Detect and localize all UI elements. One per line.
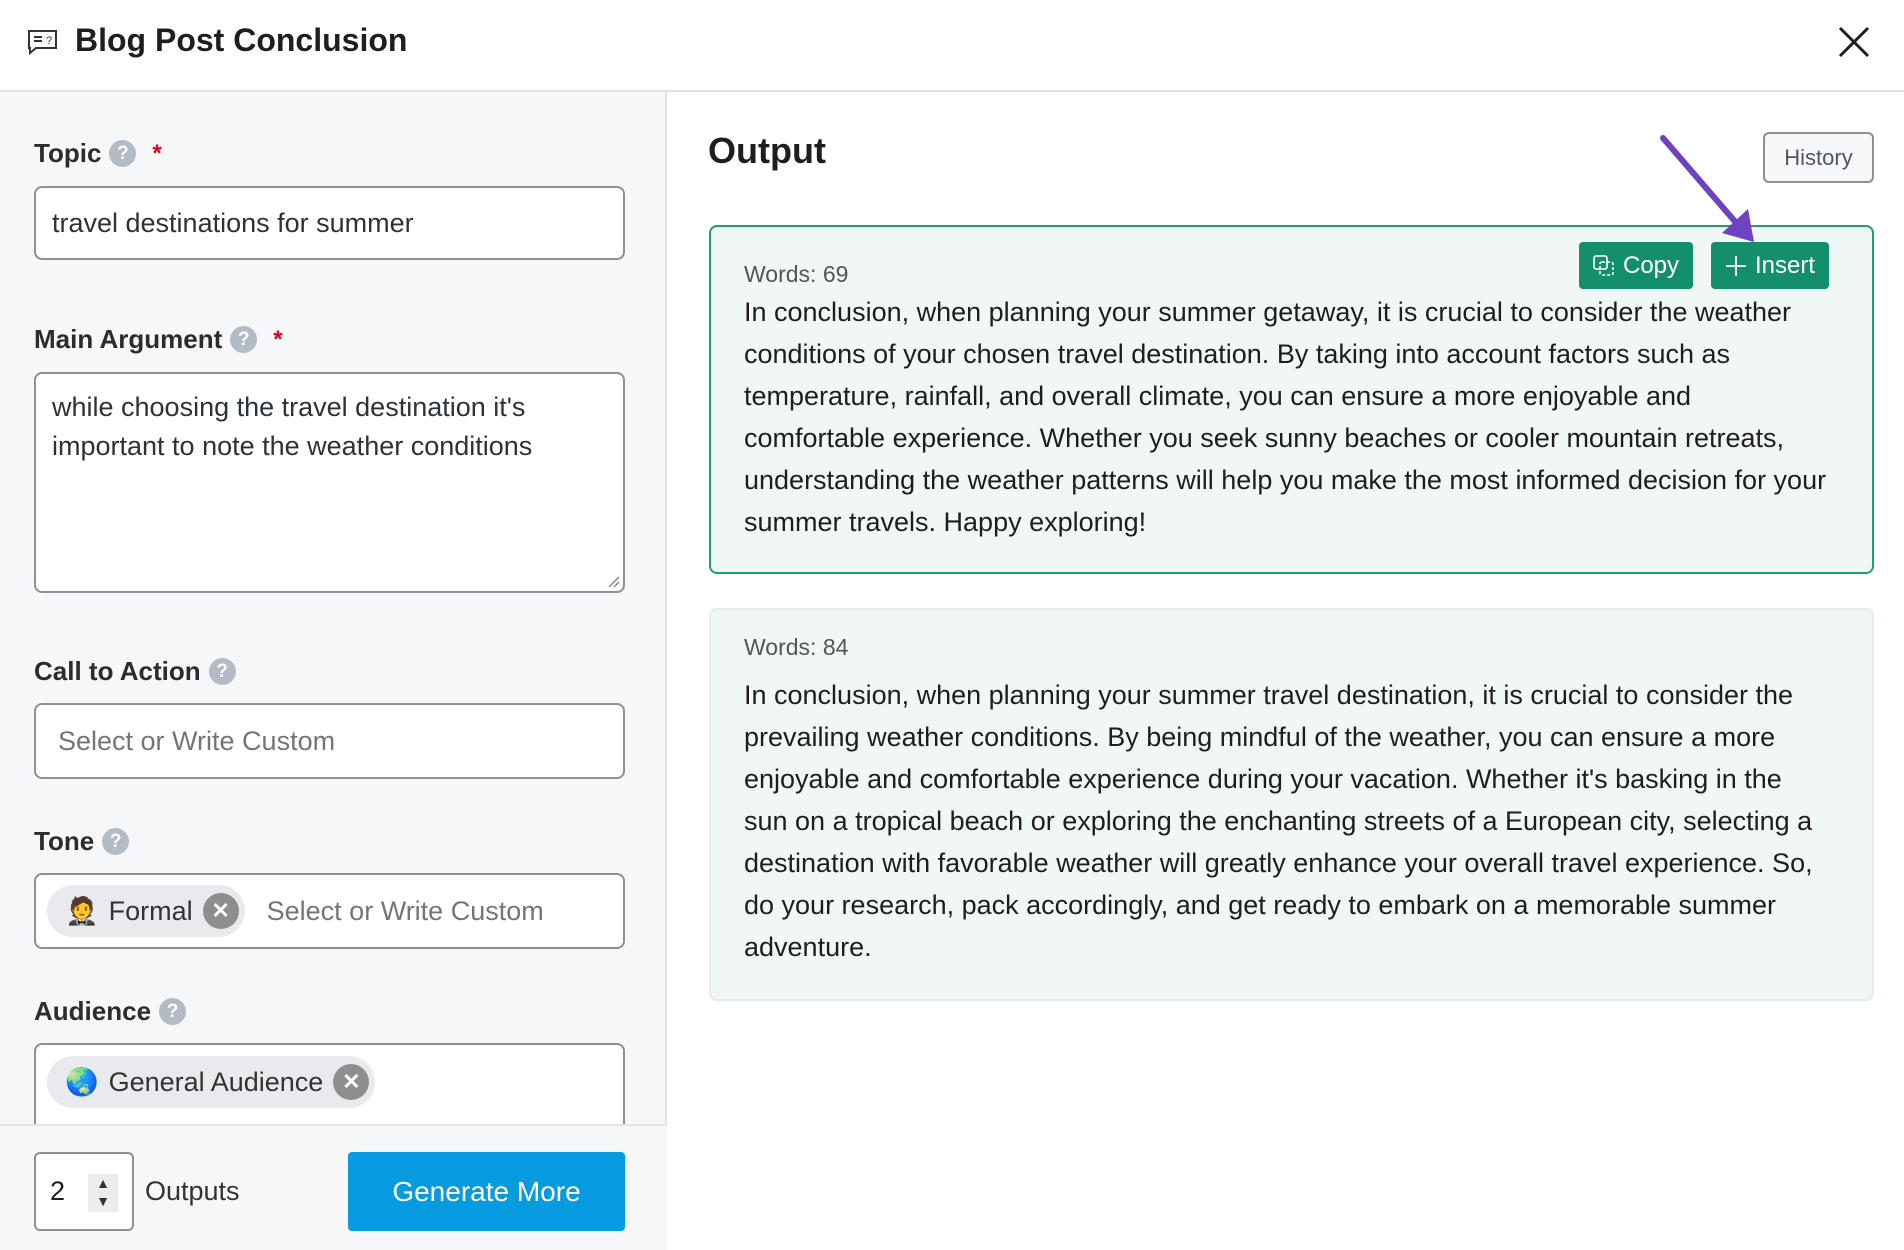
- remove-chip-icon[interactable]: ✕: [333, 1064, 370, 1100]
- plus-icon: [1726, 255, 1746, 276]
- result-text: In conclusion, when planning your summer…: [744, 680, 1813, 962]
- stepper-arrows-icon[interactable]: ▲ ▼: [88, 1174, 118, 1212]
- close-icon[interactable]: [1836, 24, 1872, 60]
- globe-icon: 🌏: [65, 1067, 99, 1097]
- help-icon[interactable]: ?: [230, 326, 258, 353]
- call-to-action-label: Call to Action?: [34, 656, 236, 687]
- form-footer: 2 ▲ ▼ Outputs Generate More: [0, 1124, 667, 1250]
- outputs-count-stepper[interactable]: 2 ▲ ▼: [34, 1152, 134, 1231]
- word-count: Words: 69: [744, 261, 849, 287]
- help-icon[interactable]: ?: [159, 998, 187, 1025]
- outputs-label: Outputs: [145, 1176, 240, 1206]
- tone-select[interactable]: 🤵 Formal ✕ Select or Write Custom: [34, 873, 625, 949]
- help-icon[interactable]: ?: [109, 140, 137, 167]
- topic-input[interactable]: travel destinations for summer: [34, 186, 625, 260]
- output-result-card: Words: 69 Copy Insert In conclusion, whe…: [709, 225, 1874, 574]
- resize-handle-icon[interactable]: [606, 574, 620, 588]
- result-text: In conclusion, when planning your summer…: [744, 297, 1827, 537]
- chat-help-icon: ?: [28, 30, 57, 55]
- help-icon[interactable]: ?: [102, 828, 130, 855]
- generate-more-button[interactable]: Generate More: [348, 1152, 625, 1231]
- form-panel: Topic? * travel destinations for summer M…: [0, 92, 667, 1250]
- insert-button[interactable]: Insert: [1711, 242, 1830, 289]
- person-icon: 🤵: [65, 896, 99, 926]
- topic-label: Topic? *: [34, 138, 162, 168]
- remove-chip-icon[interactable]: ✕: [202, 893, 239, 929]
- audience-chip: 🌏 General Audience ✕: [47, 1056, 376, 1108]
- modal-title: Blog Post Conclusion: [75, 22, 408, 58]
- output-title: Output: [708, 130, 826, 171]
- audience-label: Audience?: [34, 996, 187, 1027]
- word-count: Words: 84: [744, 634, 849, 660]
- main-argument-textarea[interactable]: while choosing the travel destination it…: [34, 372, 625, 593]
- copy-icon: [1593, 254, 1614, 276]
- output-result-card: Words: 84 In conclusion, when planning y…: [709, 608, 1874, 1001]
- tone-label: Tone?: [34, 826, 130, 857]
- svg-text:?: ?: [46, 35, 52, 47]
- call-to-action-input[interactable]: Select or Write Custom: [34, 703, 625, 779]
- main-argument-label: Main Argument? *: [34, 324, 283, 354]
- help-icon[interactable]: ?: [208, 658, 236, 685]
- copy-button[interactable]: Copy: [1579, 242, 1694, 289]
- modal-header: ? Blog Post Conclusion: [0, 0, 1904, 92]
- history-button[interactable]: History: [1763, 132, 1874, 183]
- tone-chip: 🤵 Formal ✕: [47, 885, 245, 937]
